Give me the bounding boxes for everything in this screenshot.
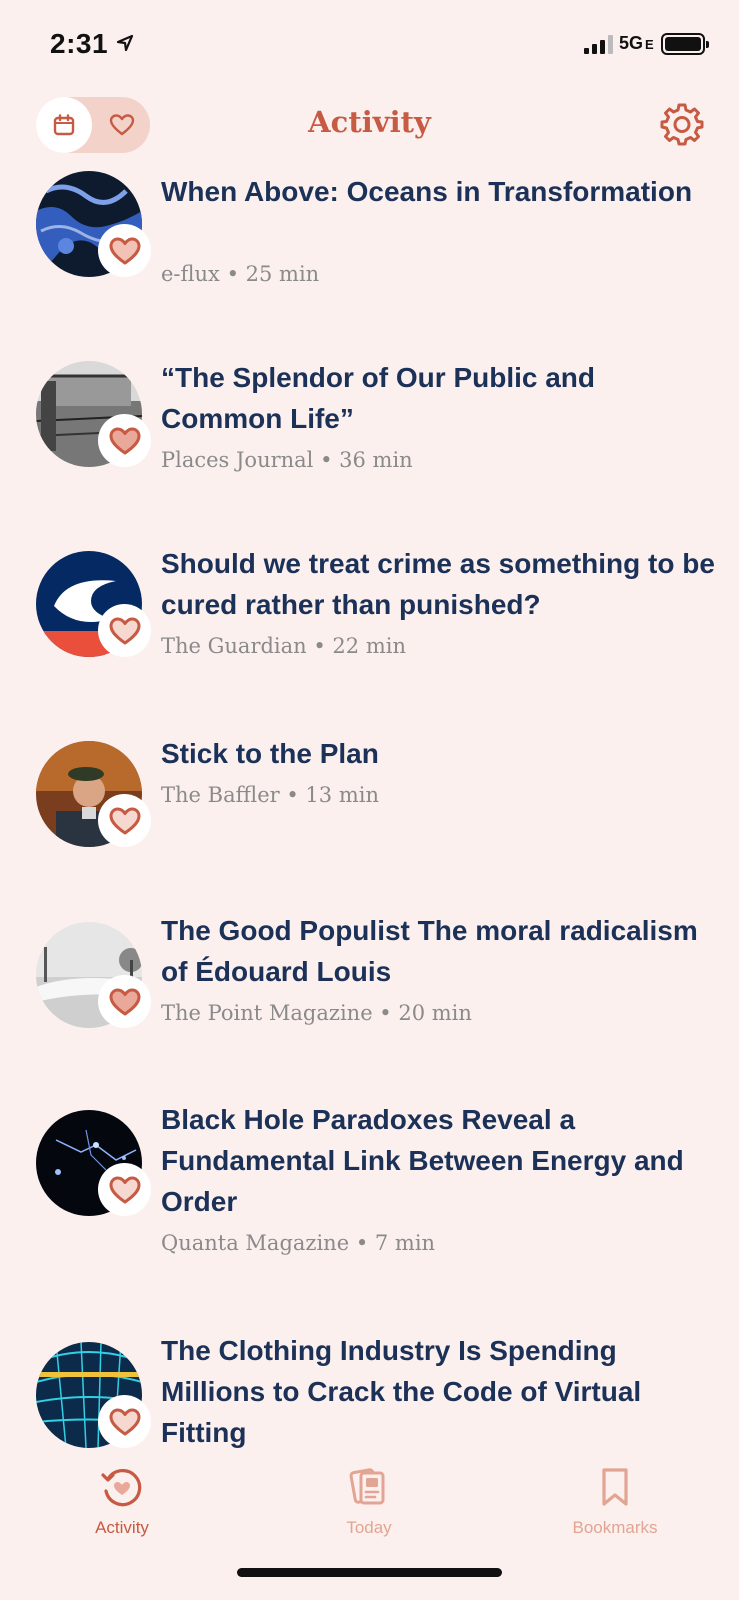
gear-icon[interactable] (659, 101, 705, 147)
article-meta: e-flux • 25 min (161, 262, 320, 286)
liked-heart-badge[interactable] (98, 414, 151, 467)
home-indicator[interactable] (237, 1568, 502, 1577)
liked-heart-badge[interactable] (98, 604, 151, 657)
article-title[interactable]: Black Hole Paradoxes Reveal a Fundamenta… (161, 1099, 716, 1222)
heart-icon (109, 807, 140, 834)
article-meta: Quanta Magazine • 7 min (161, 1231, 436, 1255)
battery-icon (661, 33, 709, 55)
article-meta: Places Journal • 36 min (161, 448, 413, 472)
bookmark-icon (602, 1468, 628, 1506)
tab-label: Activity (95, 1518, 149, 1537)
network-type: 5G (619, 33, 644, 53)
article-title[interactable]: Stick to the Plan (161, 733, 716, 774)
tab-bar: Activity Today Bookmarks (0, 1450, 739, 1600)
article-title[interactable]: The Good Populist The moral radicalism o… (161, 910, 716, 992)
heart-icon (109, 988, 140, 1015)
cards-icon (349, 1468, 385, 1505)
heart-icon (109, 427, 140, 454)
tab-bookmarks[interactable]: Bookmarks (545, 1464, 685, 1538)
header: Activity (0, 95, 739, 155)
liked-heart-badge[interactable] (98, 224, 151, 277)
article-title[interactable]: “The Splendor of Our Public and Common L… (161, 357, 716, 439)
article-title[interactable]: The Clothing Industry Is Spending Millio… (161, 1330, 716, 1450)
tab-today[interactable]: Today (299, 1464, 439, 1538)
heart-icon (109, 1408, 140, 1435)
page-title: Activity (308, 105, 431, 139)
article-meta: The Point Magazine • 20 min (161, 1001, 472, 1025)
signal-strength-icon (584, 34, 613, 54)
tab-activity[interactable]: Activity (52, 1464, 192, 1538)
heart-icon (109, 237, 140, 264)
liked-heart-badge[interactable] (98, 1163, 151, 1216)
liked-heart-badge[interactable] (98, 975, 151, 1028)
heart-icon (109, 1176, 140, 1203)
article-title[interactable]: Should we treat crime as something to be… (161, 543, 716, 625)
tab-label: Today (346, 1518, 392, 1537)
network-label: 5G E (619, 33, 654, 54)
liked-heart-badge[interactable] (98, 794, 151, 847)
activity-feed[interactable]: When Above: Oceans in Transformation e-f… (0, 165, 739, 1450)
tab-label: Bookmarks (572, 1518, 658, 1537)
heart-icon (109, 617, 140, 644)
location-arrow-icon (116, 34, 134, 52)
article-meta: The Guardian • 22 min (161, 634, 406, 658)
status-bar: 2:31 5G E (0, 0, 739, 90)
network-suffix: E (645, 37, 654, 52)
activity-heart-icon (101, 1469, 142, 1507)
liked-heart-badge[interactable] (98, 1395, 151, 1448)
article-meta: The Baffler • 13 min (161, 783, 379, 807)
article-title[interactable]: When Above: Oceans in Transformation (161, 171, 716, 212)
status-time: 2:31 (50, 28, 109, 59)
